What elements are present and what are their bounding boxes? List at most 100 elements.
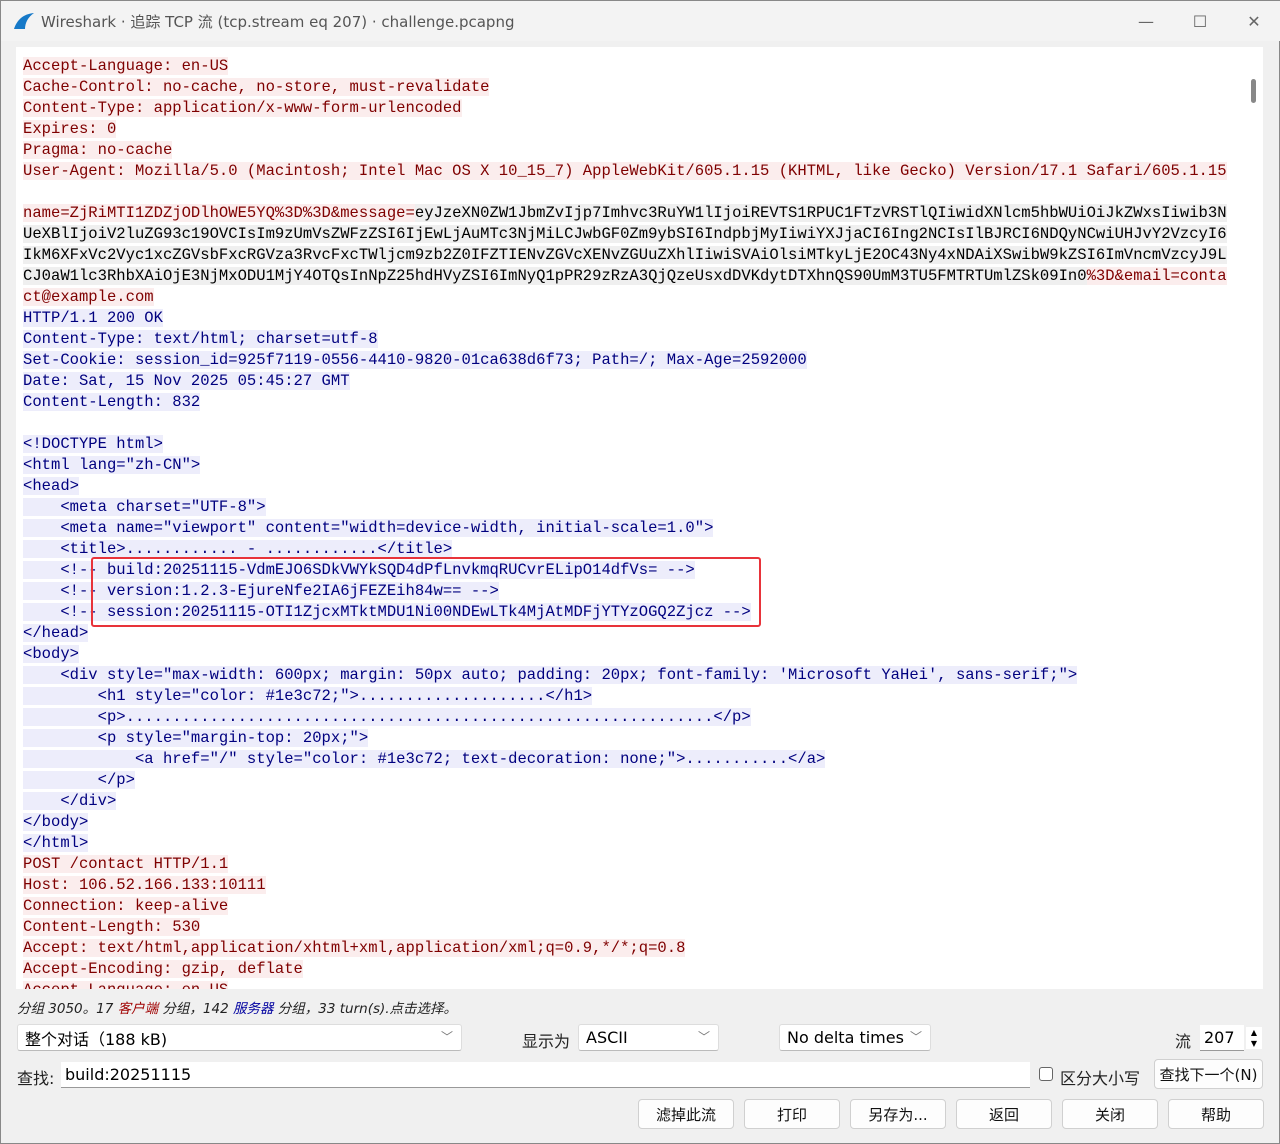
server-text: <h1 style="color: #1e3c72;">............… — [23, 687, 593, 705]
spin-down-icon[interactable]: ▼ — [1246, 1038, 1262, 1049]
show-as-select[interactable]: ASCII ﹀ — [578, 1024, 719, 1051]
close-button[interactable]: ✕ — [1227, 1, 1280, 41]
stream-line — [23, 182, 1227, 203]
stream-line: <a href="/" style="color: #1e3c72; text-… — [23, 749, 1227, 770]
stream-line: ct@example.com — [23, 287, 1227, 308]
client-text: Accept-Encoding: gzip, deflate — [23, 960, 303, 978]
stream-line: <head> — [23, 476, 1227, 497]
stream-line: name=ZjRiMTI1ZDZjODlhOWE5YQ%3D%3D&messag… — [23, 203, 1227, 224]
server-text: </head> — [23, 624, 89, 642]
help-button[interactable]: 帮助 — [1168, 1099, 1264, 1129]
spin-up-icon[interactable]: ▲ — [1246, 1027, 1262, 1038]
server-text: </div> — [23, 792, 117, 810]
minimize-button[interactable]: — — [1119, 1, 1173, 41]
server-text: <meta name="viewport" content="width=dev… — [23, 519, 714, 537]
stream-line: User-Agent: Mozilla/5.0 (Macintosh; Inte… — [23, 161, 1227, 182]
vertical-scrollbar[interactable] — [1243, 47, 1263, 989]
client-text: User-Agent: Mozilla/5.0 (Macintosh; Inte… — [23, 162, 1227, 180]
server-text: Content-Length: 832 — [23, 393, 201, 411]
stream-line: <h1 style="color: #1e3c72;">............… — [23, 686, 1227, 707]
filter-out-stream-button[interactable]: 滤掉此流 — [638, 1099, 734, 1129]
stream-line — [23, 413, 1227, 434]
body-text: IkM6XFxVc2Vyc1xcZGVsbFxcRGVza3RvcFxcTWlj… — [23, 246, 1227, 264]
stream-content[interactable]: Accept-Language: en-US Cache-Control: no-… — [16, 47, 1263, 989]
wireshark-logo-icon — [14, 13, 34, 29]
stream-line: Accept-Encoding: gzip, deflate — [23, 959, 1227, 980]
maximize-button[interactable]: ☐ — [1173, 1, 1227, 41]
stream-line: Date: Sat, 15 Nov 2025 05:45:27 GMT — [23, 371, 1227, 392]
find-input[interactable]: build:20251115 — [61, 1062, 1030, 1088]
conversation-value: 整个对话（188 kB) — [25, 1029, 168, 1049]
scrollbar-thumb[interactable] — [1251, 79, 1256, 103]
stream-number-input[interactable]: 207 — [1200, 1025, 1244, 1051]
stream-line: Accept: text/html,application/xhtml+xml,… — [23, 938, 1227, 959]
print-button[interactable]: 打印 — [744, 1099, 840, 1129]
server-text: Date: Sat, 15 Nov 2025 05:45:27 GMT — [23, 372, 350, 390]
server-text: <p>.....................................… — [23, 708, 751, 726]
summary-text: 分组 3050。17 — [17, 1001, 118, 1017]
stream-line: Connection: keep-alive — [23, 896, 1227, 917]
server-text: </p> — [23, 771, 135, 789]
stream-line: <html lang="zh-CN"> — [23, 455, 1227, 476]
stream-line: HTTP/1.1 200 OK — [23, 308, 1227, 329]
server-text: <!DOCTYPE html> — [23, 435, 163, 453]
find-next-button[interactable]: 查找下一个(N) — [1154, 1059, 1263, 1089]
client-text: ct@example.com — [23, 288, 154, 306]
stream-text[interactable]: Accept-Language: en-US Cache-Control: no-… — [23, 56, 1227, 989]
stream-line: Cache-Control: no-cache, no-store, must-… — [23, 77, 1227, 98]
client-text: name=ZjRiMTI1ZDZjODlhOWE5YQ%3D%3D&messag… — [23, 204, 415, 222]
server-text: <div style="max-width: 600px; margin: 50… — [23, 666, 1078, 684]
stream-line: <meta name="viewport" content="width=dev… — [23, 518, 1227, 539]
server-text: </body> — [23, 813, 89, 831]
stream-line: <meta charset="UTF-8"> — [23, 497, 1227, 518]
stream-line: CJ0aW1lc3RhbXAiOjE3NjMxODU1MjY4OTQsInNpZ… — [23, 266, 1227, 287]
body-text: CJ0aW1lc3RhbXAiOjE3NjMxODU1MjY4OTQsInNpZ… — [23, 267, 1087, 285]
back-button[interactable]: 返回 — [956, 1099, 1052, 1129]
server-text: Content-Type: text/html; charset=utf-8 — [23, 330, 378, 348]
stream-spinner[interactable]: ▲ ▼ — [1246, 1027, 1262, 1049]
stream-line: <body> — [23, 644, 1227, 665]
stream-line: <div style="max-width: 600px; margin: 50… — [23, 665, 1227, 686]
server-text: <meta charset="UTF-8"> — [23, 498, 266, 516]
client-text: %3D&email=conta — [1086, 267, 1227, 285]
client-text: Pragma: no-cache — [23, 141, 173, 159]
chevron-down-icon: ﹀ — [440, 1030, 453, 1044]
stream-line: Content-Length: 832 — [23, 392, 1227, 413]
stream-line: </p> — [23, 770, 1227, 791]
case-sensitive-checkbox[interactable] — [1039, 1067, 1053, 1081]
server-label: 服务器 — [232, 1001, 274, 1017]
body-text: eyJzeXN0ZW1JbmZvIjp7Imhvc3RuYW1lIjoiREVT… — [414, 204, 1227, 222]
window-title: Wireshark · 追踪 TCP 流 (tcp.stream eq 207)… — [41, 12, 515, 31]
client-text: Connection: keep-alive — [23, 897, 229, 915]
client-text: Cache-Control: no-cache, no-store, must-… — [23, 78, 490, 96]
show-as-label: 显示为 — [522, 1032, 571, 1051]
server-text: <a href="/" style="color: #1e3c72; text-… — [23, 750, 826, 768]
client-text: Host: 106.52.166.133:10111 — [23, 876, 266, 894]
stream-line: <p>.....................................… — [23, 707, 1227, 728]
client-text: POST /contact HTTP/1.1 — [23, 855, 229, 873]
packet-summary[interactable]: 分组 3050。17 客户端 分组，142 服务器 分组，33 turn(s).… — [17, 997, 457, 1017]
save-as-button[interactable]: 另存为... — [850, 1099, 946, 1129]
stream-line: </body> — [23, 812, 1227, 833]
stream-line: Expires: 0 — [23, 119, 1227, 140]
close-dialog-button[interactable]: 关闭 — [1062, 1099, 1158, 1129]
server-text: Set-Cookie: session_id=925f7119-0556-441… — [23, 351, 807, 369]
stream-line: </html> — [23, 833, 1227, 854]
server-text: <head> — [23, 477, 79, 495]
client-text: Accept-Language: en-US — [23, 981, 229, 989]
stream-line: </div> — [23, 791, 1227, 812]
title-bar: Wireshark · 追踪 TCP 流 (tcp.stream eq 207)… — [1, 1, 1280, 41]
conversation-select[interactable]: 整个对话（188 kB) ﹀ — [17, 1024, 462, 1051]
stream-line: Content-Type: application/x-www-form-url… — [23, 98, 1227, 119]
stream-label: 流 — [1175, 1032, 1192, 1051]
case-sensitive-label[interactable]: 区分大小写 — [1060, 1065, 1140, 1089]
server-text: <title>............ - ............</titl… — [23, 540, 453, 558]
client-text: Content-Type: application/x-www-form-url… — [23, 99, 462, 117]
summary-text: 分组，33 turn(s).点击选择。 — [273, 1001, 458, 1017]
delta-times-select[interactable]: No delta times ﹀ — [779, 1024, 931, 1051]
server-text: <html lang="zh-CN"> — [23, 456, 201, 474]
stream-line: IkM6XFxVc2Vyc1xcZGVsbFxcRGVza3RvcFxcTWlj… — [23, 245, 1227, 266]
client-text: Accept: text/html,application/xhtml+xml,… — [23, 939, 686, 957]
stream-line: <!DOCTYPE html> — [23, 434, 1227, 455]
client-label: 客户端 — [117, 1001, 159, 1017]
